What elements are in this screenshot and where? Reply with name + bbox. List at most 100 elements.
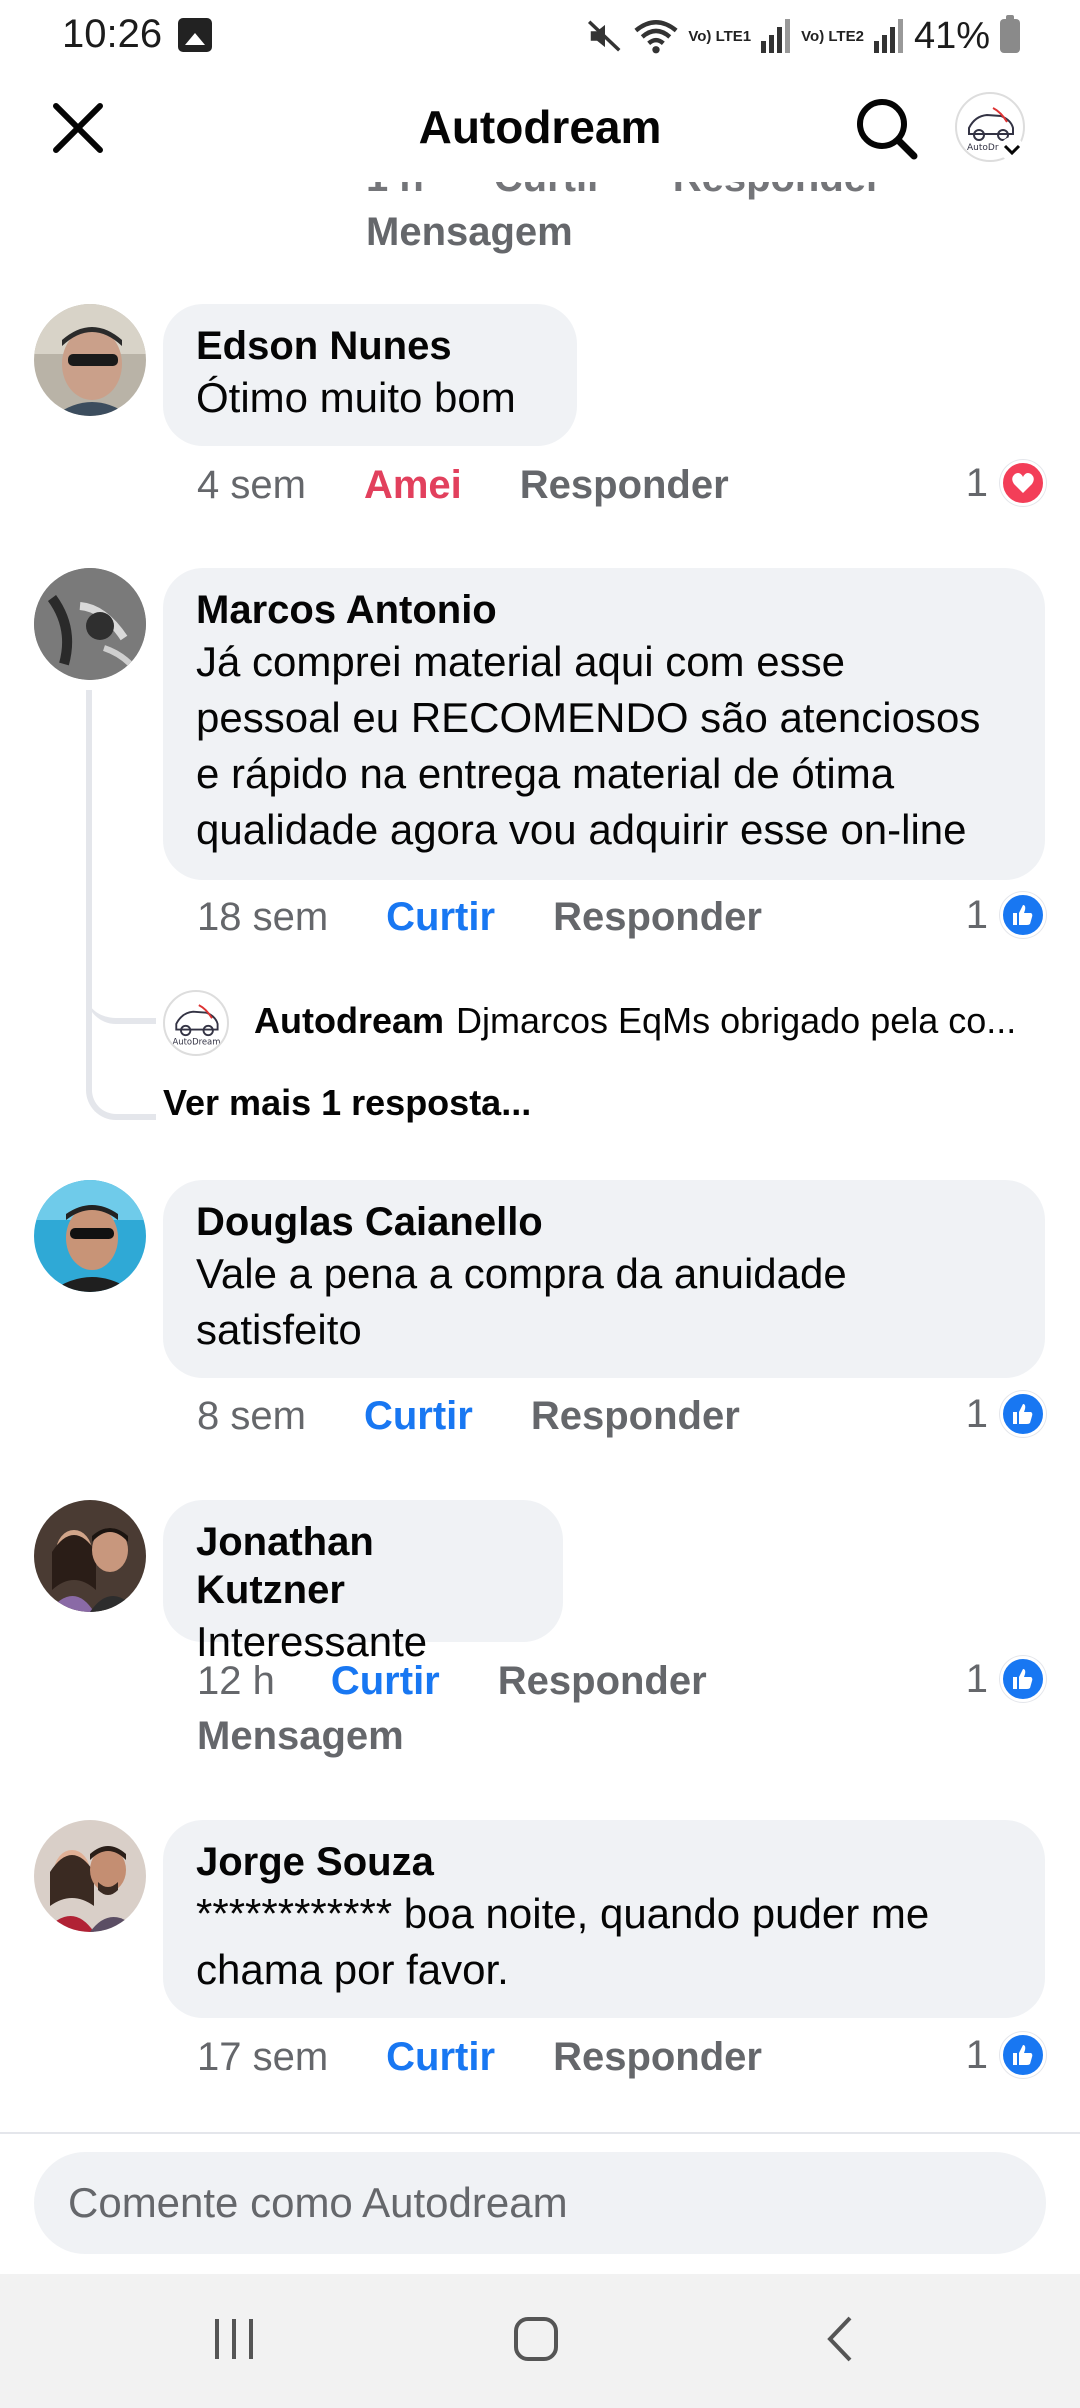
battery-icon bbox=[1000, 15, 1020, 53]
avatar[interactable] bbox=[34, 304, 146, 416]
reaction-count: 1 bbox=[965, 1656, 988, 1701]
comment-time: 12 h bbox=[197, 1659, 275, 1703]
system-nav-bar bbox=[0, 2274, 1080, 2408]
reply-preview[interactable]: Autodream Djmarcos EqMs obrigado pela co.… bbox=[254, 1000, 1034, 1042]
avatar-marcos-image bbox=[34, 568, 146, 680]
avatar[interactable] bbox=[34, 1500, 146, 1612]
comment-text-line: ************ boa noite, quando puder me bbox=[196, 1890, 930, 1937]
reply-text: Djmarcos EqMs obrigado pela co... bbox=[456, 1000, 1017, 1041]
avatar-edson-image bbox=[34, 304, 146, 416]
partial-message-button[interactable]: Mensagem bbox=[366, 210, 573, 255]
like-button[interactable]: Curtir bbox=[386, 2035, 495, 2080]
comment-actions: 18 sem Curtir Responder bbox=[197, 895, 762, 940]
like-icon bbox=[1000, 1391, 1046, 1437]
header: Autodream AutoDr bbox=[0, 72, 1080, 182]
reaction-summary[interactable]: 1 bbox=[966, 2032, 1046, 2078]
comment-text-line: chama por favor. bbox=[196, 1946, 509, 1993]
avatar-jorge-image bbox=[34, 1820, 146, 1932]
home-icon bbox=[514, 2317, 558, 2361]
recent-apps-icon bbox=[215, 2319, 253, 2359]
signal-2-icon bbox=[873, 19, 903, 53]
logo-text: AutoDr bbox=[967, 143, 999, 153]
comment-time: 17 sem bbox=[197, 2035, 329, 2079]
comment-bubble[interactable]: Jorge Souza ************ boa noite, quan… bbox=[163, 1820, 1045, 2018]
comment-text-line: Já comprei material aqui com esse bbox=[196, 638, 845, 685]
reply-avatar[interactable]: AutoDream bbox=[163, 990, 229, 1056]
reply-button[interactable]: Responder bbox=[498, 1659, 707, 1704]
comment-text-line: Vale a pena a compra da anuidade bbox=[196, 1250, 847, 1297]
battery-percent: 41% bbox=[913, 14, 990, 57]
view-more-replies-button[interactable]: Ver mais 1 resposta... bbox=[163, 1082, 531, 1124]
comment-text-line: pessoal eu RECOMENDO são atenciosos bbox=[196, 694, 981, 741]
chevron-down-icon bbox=[1003, 144, 1021, 156]
comment-author[interactable]: Jorge Souza bbox=[196, 1838, 1013, 1886]
comment-text-line: qualidade agora vou adquirir esse on-lin… bbox=[196, 806, 967, 853]
reply-button[interactable]: Responder bbox=[520, 463, 729, 508]
profile-switch-button[interactable] bbox=[1000, 137, 1024, 161]
autodream-logo-icon: AutoDream bbox=[173, 1004, 221, 1047]
mute-icon bbox=[588, 20, 621, 52]
avatar[interactable] bbox=[34, 568, 146, 680]
reply-button[interactable]: Responder bbox=[531, 1394, 740, 1439]
back-icon bbox=[827, 2316, 852, 2362]
comment-actions: 4 sem Amei Responder bbox=[197, 463, 729, 508]
reaction-summary[interactable]: 1 bbox=[966, 1391, 1046, 1437]
reaction-count: 1 bbox=[965, 2032, 988, 2077]
composer-divider bbox=[0, 2132, 1080, 2134]
love-reaction-button[interactable]: Amei bbox=[364, 463, 462, 508]
status-icons: Vo) LTE1 Vo) LTE2 41% bbox=[586, 10, 1020, 62]
avatar[interactable] bbox=[34, 1820, 146, 1932]
comment-time: 4 sem bbox=[197, 463, 306, 507]
reply-author[interactable]: Autodream bbox=[254, 1000, 444, 1041]
reaction-summary[interactable]: 1 bbox=[966, 460, 1046, 506]
comment-bubble[interactable]: Jonathan Kutzner Interessante bbox=[163, 1500, 563, 1665]
reply-thread-line bbox=[86, 690, 156, 1120]
comment-actions: 8 sem Curtir Responder bbox=[197, 1394, 740, 1439]
recent-apps-button[interactable] bbox=[194, 2304, 274, 2374]
reply-thread-branch bbox=[86, 960, 156, 1024]
like-icon bbox=[1000, 892, 1046, 938]
partial-like-button[interactable]: Curtir bbox=[494, 182, 603, 201]
home-button[interactable] bbox=[496, 2304, 576, 2374]
like-button[interactable]: Curtir bbox=[364, 1394, 473, 1439]
comment-time: 8 sem bbox=[197, 1394, 306, 1438]
like-icon bbox=[1000, 1656, 1046, 1702]
reply-button[interactable]: Responder bbox=[553, 2035, 762, 2080]
status-time: 10:26 bbox=[62, 12, 163, 56]
comment-author[interactable]: Douglas Caianello bbox=[196, 1198, 1013, 1246]
like-button[interactable]: Curtir bbox=[386, 895, 495, 940]
wifi-icon bbox=[634, 20, 678, 54]
reply-button[interactable]: Responder bbox=[553, 895, 762, 940]
message-button[interactable]: Mensagem bbox=[197, 1714, 404, 1759]
search-button[interactable] bbox=[852, 94, 922, 164]
comment-author[interactable]: Marcos Antonio bbox=[196, 586, 1013, 634]
comment-bubble[interactable]: Douglas Caianello Vale a pena a compra d… bbox=[163, 1180, 1045, 1378]
comment-author[interactable]: Edson Nunes bbox=[196, 322, 545, 370]
partial-reply-button[interactable]: Responder bbox=[673, 182, 882, 201]
comment-actions: 12 h Curtir Responder bbox=[197, 1659, 707, 1704]
search-icon bbox=[857, 99, 918, 160]
like-icon bbox=[1000, 2032, 1046, 2078]
logo-text: AutoDream bbox=[173, 1037, 221, 1047]
like-button[interactable]: Curtir bbox=[331, 1659, 440, 1704]
avatar-jonathan-image bbox=[34, 1500, 146, 1612]
reaction-summary[interactable]: 1 bbox=[966, 1656, 1046, 1702]
avatar-douglas-image bbox=[34, 1180, 146, 1292]
reaction-summary[interactable]: 1 bbox=[966, 892, 1046, 938]
comment-text-line: e rápido na entrega material de ótima bbox=[196, 750, 895, 797]
back-button[interactable] bbox=[800, 2304, 880, 2374]
partial-action-row: 1 h Curtir Responder bbox=[366, 182, 882, 201]
comment-bubble[interactable]: Edson Nunes Ótimo muito bom bbox=[163, 304, 577, 446]
comment-author[interactable]: Jonathan Kutzner bbox=[196, 1518, 531, 1614]
gallery-notification-icon bbox=[178, 18, 212, 52]
avatar[interactable] bbox=[34, 1180, 146, 1292]
comment-input[interactable] bbox=[68, 2152, 1008, 2254]
partial-time: 1 h bbox=[366, 182, 424, 201]
comment-composer[interactable] bbox=[34, 2152, 1046, 2254]
signal-1-icon bbox=[761, 19, 791, 53]
partial-comment-actions: 1 h Curtir Responder Mensagem bbox=[0, 182, 1080, 262]
comment-actions: 17 sem Curtir Responder bbox=[197, 2035, 762, 2080]
comment-text-line: satisfeito bbox=[196, 1306, 362, 1353]
reaction-count: 1 bbox=[965, 1391, 988, 1436]
comment-bubble[interactable]: Marcos Antonio Já comprei material aqui … bbox=[163, 568, 1045, 880]
